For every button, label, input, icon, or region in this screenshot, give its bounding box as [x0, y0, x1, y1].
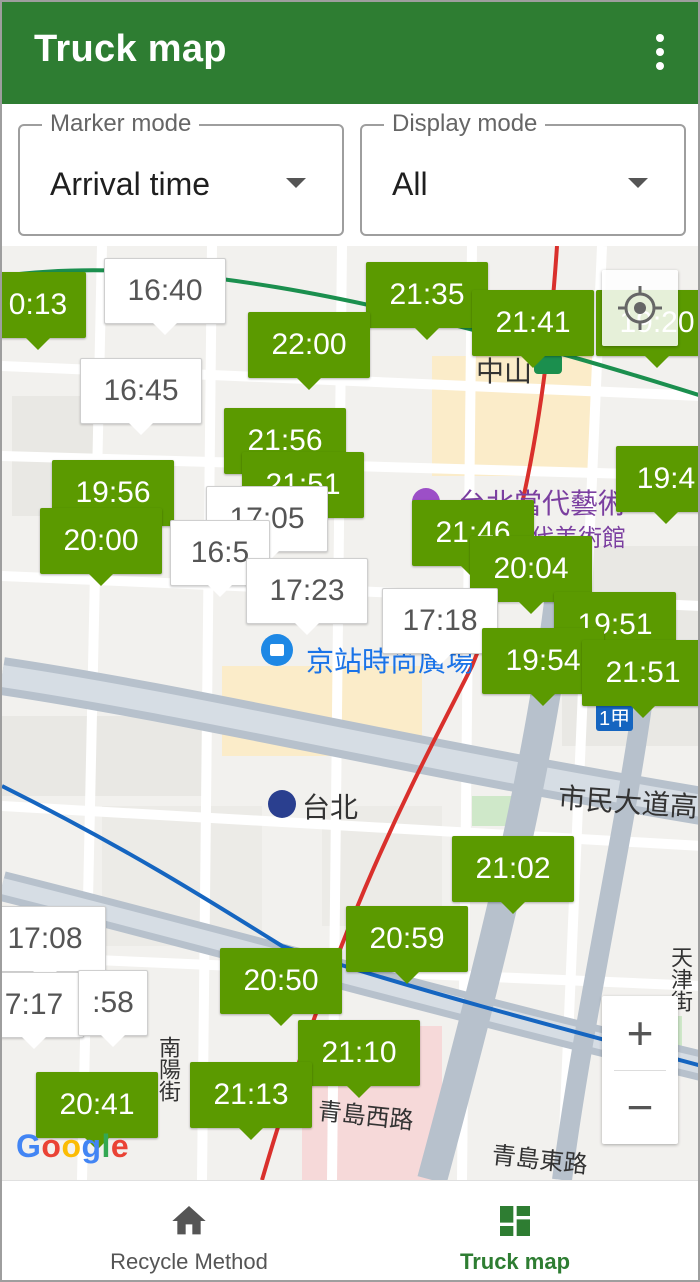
app-root: Truck map Marker mode Arrival time Displ… [0, 0, 700, 1282]
arrival-marker[interactable]: 21:02 [452, 836, 574, 902]
station-label: 台北 [302, 792, 359, 823]
my-location-button[interactable] [602, 270, 678, 346]
marker-mode-dropdown[interactable]: Marker mode Arrival time [18, 110, 344, 236]
nav-label: Truck map [459, 1249, 571, 1274]
arrival-marker[interactable]: :58 [78, 970, 148, 1036]
arrival-marker[interactable]: 21:10 [298, 1020, 420, 1086]
marker-mode-label: Marker mode [42, 110, 200, 138]
nav-item-recycle-method[interactable]: Recycle Method [14, 1181, 364, 1280]
dashboard-icon [500, 1206, 530, 1236]
arrival-marker[interactable]: 22:00 [248, 312, 370, 378]
arrival-marker[interactable]: 19:4 [616, 446, 698, 512]
arrival-marker[interactable]: 20:59 [346, 906, 468, 972]
arrival-marker[interactable]: 7:17 [2, 972, 84, 1038]
nav-label: Recycle Method [110, 1249, 268, 1274]
my-location-icon [618, 286, 662, 330]
filter-row: Marker mode Arrival time Display mode Al… [2, 104, 698, 246]
arrival-marker[interactable]: 20:50 [220, 948, 342, 1014]
display-mode-value: All [392, 166, 428, 202]
marker-mode-value: Arrival time [50, 166, 211, 202]
arrival-marker[interactable]: 16:40 [104, 258, 226, 324]
home-icon [172, 1206, 206, 1235]
arrival-marker[interactable]: 21:51 [582, 640, 698, 706]
arrival-marker[interactable]: 20:00 [40, 508, 162, 574]
arrival-marker[interactable]: 17:08 [2, 906, 106, 972]
app-bar: Truck map [2, 2, 698, 104]
dropdown-arrow-icon [628, 178, 648, 188]
arrival-marker[interactable]: 21:35 [366, 262, 488, 328]
arrival-marker[interactable]: 17:23 [246, 558, 368, 624]
zoom-out-button[interactable]: − [602, 1070, 678, 1144]
arrival-marker[interactable]: 21:41 [472, 290, 594, 356]
exit-label: 1甲 [596, 702, 634, 731]
arrival-marker[interactable]: 16:45 [80, 358, 202, 424]
zoom-in-button[interactable]: + [602, 996, 678, 1070]
zoom-controls: + − [602, 996, 678, 1144]
display-mode-label: Display mode [384, 110, 546, 138]
google-logo: Google [16, 1128, 130, 1164]
more-vert-icon[interactable] [650, 32, 670, 72]
map-view[interactable]: 台北 京站時尚廣場 台北當代藝術 代美術館 中山 市民大道高架 青島西路 青島東… [2, 246, 698, 1180]
arrival-marker[interactable]: 17:18 [382, 588, 498, 654]
arrival-marker[interactable]: 21:13 [190, 1062, 312, 1128]
nav-item-truck-map[interactable]: Truck map [340, 1181, 690, 1280]
dropdown-arrow-icon [286, 178, 306, 188]
display-mode-dropdown[interactable]: Display mode All [360, 110, 686, 236]
page-title: Truck map [34, 28, 227, 70]
arrival-marker[interactable]: 0:13 [2, 272, 86, 338]
bottom-navigation: Recycle Method Truck map [2, 1180, 698, 1280]
